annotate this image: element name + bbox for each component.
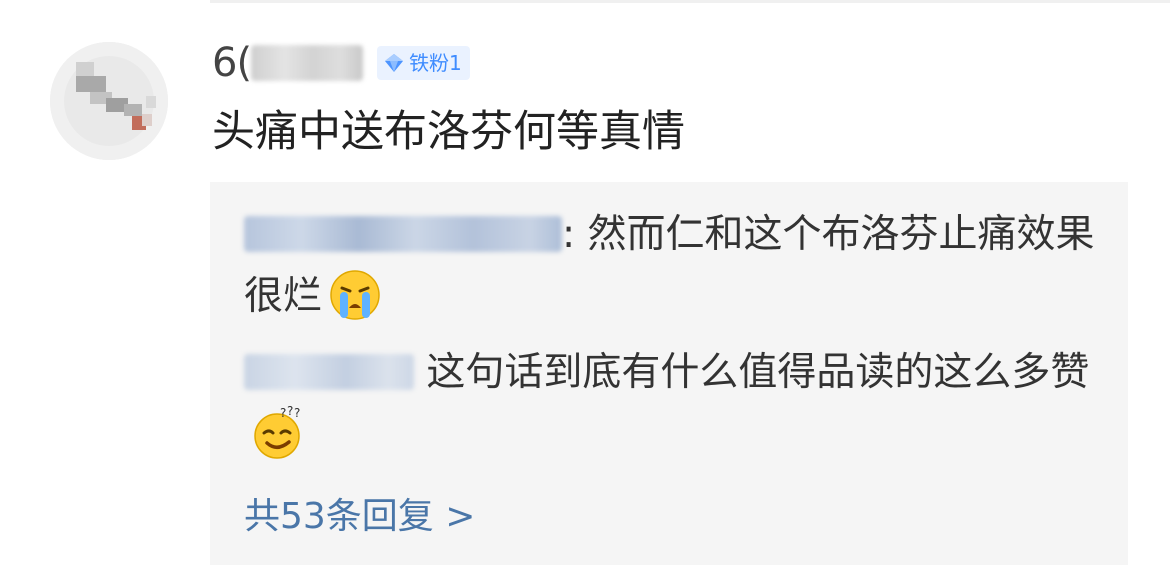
fan-badge[interactable]: 铁粉1	[377, 46, 470, 80]
reply-author-redacted[interactable]	[244, 215, 562, 252]
comment-header: 6( 铁粉1	[212, 38, 470, 88]
username[interactable]: 6(	[212, 38, 252, 88]
badge-label: 铁粉1	[409, 51, 462, 75]
avatar-overlay	[50, 42, 168, 160]
crying-face-icon	[330, 269, 380, 320]
view-more-replies-link[interactable]: 共53条回复 >	[244, 492, 475, 542]
comment-text: 头痛中送布洛芬何等真情	[212, 107, 685, 157]
reply-text: 这句话到底有什么值得品读的这么多赞	[414, 350, 1090, 395]
svg-text:?: ?	[294, 406, 300, 420]
username-redacted	[251, 45, 364, 81]
top-divider	[210, 0, 1170, 3]
reply-item[interactable]: : 然而仁和这个布洛芬止痛效果很烂	[244, 204, 1104, 328]
diamond-icon	[385, 54, 404, 72]
reply-separator: :	[562, 212, 576, 257]
reply-box[interactable]: : 然而仁和这个布洛芬止痛效果很烂 这句话到底有什么值得品读的这么多赞 ? ? …	[210, 182, 1128, 565]
reply-item[interactable]: 这句话到底有什么值得品读的这么多赞 ? ? ?	[244, 342, 1104, 466]
reply-author-redacted[interactable]	[244, 353, 414, 390]
svg-text:?: ?	[280, 406, 286, 420]
svg-text:?: ?	[287, 406, 293, 418]
avatar[interactable]	[50, 42, 168, 160]
dizzy-face-icon: ? ? ?	[254, 406, 300, 459]
